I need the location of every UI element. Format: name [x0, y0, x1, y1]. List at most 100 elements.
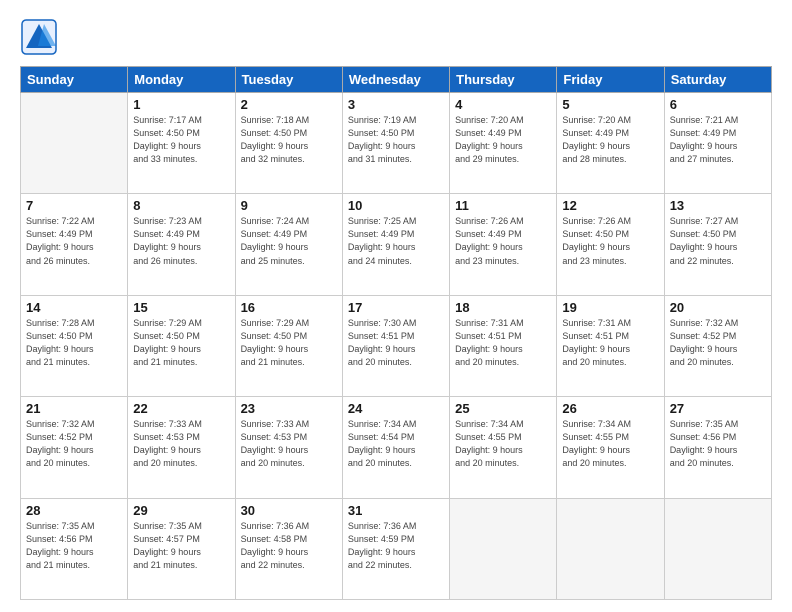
day-number: 10	[348, 198, 444, 213]
day-info: Sunrise: 7:22 AM Sunset: 4:49 PM Dayligh…	[26, 215, 122, 267]
day-number: 30	[241, 503, 337, 518]
weekday-header-saturday: Saturday	[664, 67, 771, 93]
day-number: 2	[241, 97, 337, 112]
calendar-cell: 14Sunrise: 7:28 AM Sunset: 4:50 PM Dayli…	[21, 295, 128, 396]
header	[20, 18, 772, 56]
day-info: Sunrise: 7:34 AM Sunset: 4:54 PM Dayligh…	[348, 418, 444, 470]
day-info: Sunrise: 7:30 AM Sunset: 4:51 PM Dayligh…	[348, 317, 444, 369]
calendar-cell: 21Sunrise: 7:32 AM Sunset: 4:52 PM Dayli…	[21, 397, 128, 498]
week-row-5: 28Sunrise: 7:35 AM Sunset: 4:56 PM Dayli…	[21, 498, 772, 599]
day-info: Sunrise: 7:34 AM Sunset: 4:55 PM Dayligh…	[562, 418, 658, 470]
day-number: 22	[133, 401, 229, 416]
day-info: Sunrise: 7:19 AM Sunset: 4:50 PM Dayligh…	[348, 114, 444, 166]
calendar-cell: 9 Sunrise: 7:24 AM Sunset: 4:49 PM Daylig…	[235, 194, 342, 295]
calendar-cell: 11 Sunrise: 7:26 AM Sunset: 4:49 PM Dayli…	[450, 194, 557, 295]
logo	[20, 18, 62, 56]
day-number: 12	[562, 198, 658, 213]
page: SundayMondayTuesdayWednesdayThursdayFrid…	[0, 0, 792, 612]
weekday-header-thursday: Thursday	[450, 67, 557, 93]
calendar-cell: 4Sunrise: 7:20 AM Sunset: 4:49 PM Daylig…	[450, 93, 557, 194]
calendar-cell: 30 Sunrise: 7:36 AM Sunset: 4:58 PM Dayli…	[235, 498, 342, 599]
day-number: 26	[562, 401, 658, 416]
day-info: Sunrise: 7:29 AM Sunset: 4:50 PM Dayligh…	[241, 317, 337, 369]
weekday-header-friday: Friday	[557, 67, 664, 93]
calendar-cell: 26 Sunrise: 7:34 AM Sunset: 4:55 PM Dayli…	[557, 397, 664, 498]
day-info: Sunrise: 7:21 AM Sunset: 4:49 PM Dayligh…	[670, 114, 766, 166]
week-row-1: 1 Sunrise: 7:17 AM Sunset: 4:50 PM Daylig…	[21, 93, 772, 194]
calendar-cell: 31Sunrise: 7:36 AM Sunset: 4:59 PM Dayli…	[342, 498, 449, 599]
day-number: 1	[133, 97, 229, 112]
day-info: Sunrise: 7:20 AM Sunset: 4:49 PM Dayligh…	[562, 114, 658, 166]
day-info: Sunrise: 7:26 AM Sunset: 4:49 PM Dayligh…	[455, 215, 551, 267]
day-number: 24	[348, 401, 444, 416]
day-info: Sunrise: 7:35 AM Sunset: 4:56 PM Dayligh…	[26, 520, 122, 572]
calendar-cell: 25Sunrise: 7:34 AM Sunset: 4:55 PM Dayli…	[450, 397, 557, 498]
weekday-header-tuesday: Tuesday	[235, 67, 342, 93]
day-number: 13	[670, 198, 766, 213]
day-info: Sunrise: 7:20 AM Sunset: 4:49 PM Dayligh…	[455, 114, 551, 166]
logo-icon	[20, 18, 58, 56]
day-number: 9	[241, 198, 337, 213]
calendar-cell: 23 Sunrise: 7:33 AM Sunset: 4:53 PM Dayli…	[235, 397, 342, 498]
day-number: 5	[562, 97, 658, 112]
day-number: 29	[133, 503, 229, 518]
day-number: 25	[455, 401, 551, 416]
day-info: Sunrise: 7:18 AM Sunset: 4:50 PM Dayligh…	[241, 114, 337, 166]
day-number: 7	[26, 198, 122, 213]
day-number: 11	[455, 198, 551, 213]
week-row-2: 7 Sunrise: 7:22 AM Sunset: 4:49 PM Daylig…	[21, 194, 772, 295]
day-info: Sunrise: 7:36 AM Sunset: 4:59 PM Dayligh…	[348, 520, 444, 572]
day-number: 3	[348, 97, 444, 112]
calendar-cell: 17 Sunrise: 7:30 AM Sunset: 4:51 PM Dayli…	[342, 295, 449, 396]
day-number: 19	[562, 300, 658, 315]
day-number: 6	[670, 97, 766, 112]
day-info: Sunrise: 7:31 AM Sunset: 4:51 PM Dayligh…	[455, 317, 551, 369]
day-info: Sunrise: 7:35 AM Sunset: 4:57 PM Dayligh…	[133, 520, 229, 572]
day-info: Sunrise: 7:23 AM Sunset: 4:49 PM Dayligh…	[133, 215, 229, 267]
calendar-cell: 16 Sunrise: 7:29 AM Sunset: 4:50 PM Dayli…	[235, 295, 342, 396]
calendar-cell: 18 Sunrise: 7:31 AM Sunset: 4:51 PM Dayli…	[450, 295, 557, 396]
day-number: 8	[133, 198, 229, 213]
weekday-header-wednesday: Wednesday	[342, 67, 449, 93]
day-info: Sunrise: 7:32 AM Sunset: 4:52 PM Dayligh…	[670, 317, 766, 369]
day-info: Sunrise: 7:17 AM Sunset: 4:50 PM Dayligh…	[133, 114, 229, 166]
calendar-cell: 2 Sunrise: 7:18 AM Sunset: 4:50 PM Daylig…	[235, 93, 342, 194]
calendar-cell: 29 Sunrise: 7:35 AM Sunset: 4:57 PM Dayli…	[128, 498, 235, 599]
week-row-3: 14Sunrise: 7:28 AM Sunset: 4:50 PM Dayli…	[21, 295, 772, 396]
calendar-cell: 6 Sunrise: 7:21 AM Sunset: 4:49 PM Daylig…	[664, 93, 771, 194]
day-info: Sunrise: 7:28 AM Sunset: 4:50 PM Dayligh…	[26, 317, 122, 369]
calendar-cell: 19 Sunrise: 7:31 AM Sunset: 4:51 PM Dayli…	[557, 295, 664, 396]
calendar-cell	[557, 498, 664, 599]
day-info: Sunrise: 7:36 AM Sunset: 4:58 PM Dayligh…	[241, 520, 337, 572]
day-number: 20	[670, 300, 766, 315]
day-info: Sunrise: 7:35 AM Sunset: 4:56 PM Dayligh…	[670, 418, 766, 470]
calendar-cell: 7 Sunrise: 7:22 AM Sunset: 4:49 PM Daylig…	[21, 194, 128, 295]
calendar-cell: 15 Sunrise: 7:29 AM Sunset: 4:50 PM Dayli…	[128, 295, 235, 396]
calendar-cell: 28Sunrise: 7:35 AM Sunset: 4:56 PM Dayli…	[21, 498, 128, 599]
day-number: 15	[133, 300, 229, 315]
calendar-cell: 24 Sunrise: 7:34 AM Sunset: 4:54 PM Dayli…	[342, 397, 449, 498]
day-number: 27	[670, 401, 766, 416]
calendar-cell	[664, 498, 771, 599]
day-number: 16	[241, 300, 337, 315]
day-info: Sunrise: 7:33 AM Sunset: 4:53 PM Dayligh…	[133, 418, 229, 470]
calendar-cell	[450, 498, 557, 599]
week-row-4: 21Sunrise: 7:32 AM Sunset: 4:52 PM Dayli…	[21, 397, 772, 498]
calendar-cell: 20 Sunrise: 7:32 AM Sunset: 4:52 PM Dayli…	[664, 295, 771, 396]
calendar-cell: 12Sunrise: 7:26 AM Sunset: 4:50 PM Dayli…	[557, 194, 664, 295]
day-number: 23	[241, 401, 337, 416]
day-info: Sunrise: 7:31 AM Sunset: 4:51 PM Dayligh…	[562, 317, 658, 369]
calendar-cell: 13Sunrise: 7:27 AM Sunset: 4:50 PM Dayli…	[664, 194, 771, 295]
calendar-cell: 10Sunrise: 7:25 AM Sunset: 4:49 PM Dayli…	[342, 194, 449, 295]
day-info: Sunrise: 7:29 AM Sunset: 4:50 PM Dayligh…	[133, 317, 229, 369]
day-number: 17	[348, 300, 444, 315]
calendar-cell: 1 Sunrise: 7:17 AM Sunset: 4:50 PM Daylig…	[128, 93, 235, 194]
day-info: Sunrise: 7:24 AM Sunset: 4:49 PM Dayligh…	[241, 215, 337, 267]
calendar-table: SundayMondayTuesdayWednesdayThursdayFrid…	[20, 66, 772, 600]
weekday-header-sunday: Sunday	[21, 67, 128, 93]
calendar-cell: 22 Sunrise: 7:33 AM Sunset: 4:53 PM Dayli…	[128, 397, 235, 498]
day-number: 18	[455, 300, 551, 315]
calendar-cell: 27 Sunrise: 7:35 AM Sunset: 4:56 PM Dayli…	[664, 397, 771, 498]
weekday-header-monday: Monday	[128, 67, 235, 93]
day-info: Sunrise: 7:33 AM Sunset: 4:53 PM Dayligh…	[241, 418, 337, 470]
